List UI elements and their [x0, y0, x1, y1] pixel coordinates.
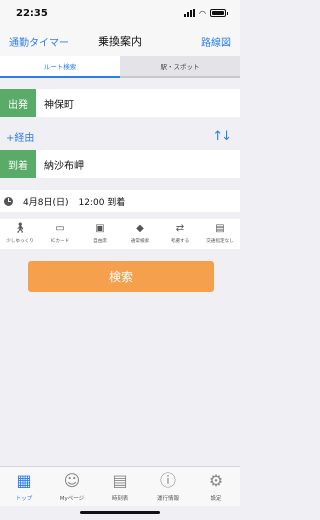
person-icon: ☺ [63, 470, 81, 490]
option-seat[interactable]: ▣ 自由席 [80, 219, 120, 249]
tab-timetable[interactable]: ▤ 時刻表 [96, 467, 144, 506]
search-button[interactable]: 検索 [28, 261, 214, 292]
home-indicator[interactable] [80, 511, 160, 514]
departure-badge: 出発 [0, 89, 36, 117]
time-value[interactable]: 12:00 到着 [78, 195, 125, 208]
status-bar: 22:35 ◠ [0, 0, 240, 26]
option-label: 考慮する [170, 239, 190, 244]
tab-top[interactable]: ▦ トップ [0, 467, 48, 506]
route-sign-icon: ◆ [136, 223, 144, 234]
gear-icon: ⚙ [208, 470, 224, 490]
arrival-badge: 到着 [0, 150, 36, 178]
swap-icon[interactable]: ↑↓ [212, 129, 232, 144]
option-label: 通常検索 [130, 239, 150, 244]
nav-bar: 通勤タイマー 乗換案内 路線図 [0, 26, 240, 56]
tab-label: 時刻表 [111, 495, 129, 502]
bottom-tab-bar: ▦ トップ ☺ Myページ ▤ 時刻表 ⓘ 運行情報 ⚙ 設定 [0, 466, 240, 506]
option-express[interactable]: ⇄ 考慮する [160, 219, 200, 249]
tab-service-info[interactable]: ⓘ 運行情報 [144, 467, 192, 506]
status-icons: ◠ [184, 8, 228, 18]
seat-icon: ▣ [95, 223, 105, 234]
option-transport[interactable]: ▤ 交通指定なし [200, 219, 240, 249]
commute-timer-link[interactable]: 通勤タイマー [9, 34, 69, 49]
timetable-icon: ▤ [112, 470, 128, 490]
wifi-icon: ◠ [199, 8, 206, 18]
info-icon: ⓘ [159, 470, 176, 490]
train-icon: ▦ [16, 470, 32, 490]
option-label: 交通指定なし [206, 239, 234, 244]
departure-station[interactable]: 神保町 [36, 96, 74, 111]
tab-bar-top: ルート検索 駅・スポット [0, 56, 240, 78]
arrival-row[interactable]: 到着 納沙布岬 [0, 150, 240, 178]
ic-card-icon: ▭ [55, 223, 65, 234]
add-via-button[interactable]: +経由 [6, 129, 34, 144]
bus-icon: ▤ [215, 223, 225, 234]
datetime-row[interactable]: 4月8日(日) 12:00 到着 [0, 190, 240, 212]
battery-icon [210, 9, 228, 17]
signal-icon [184, 9, 196, 17]
route-map-link[interactable]: 路線図 [201, 34, 231, 49]
option-walk-speed[interactable]: 🚶︎ 少しゆっくり [0, 219, 40, 249]
tab-label: 設定 [210, 495, 222, 502]
tab-settings[interactable]: ⚙ 設定 [192, 467, 240, 506]
tab-label: 運行情報 [156, 495, 179, 502]
clock-icon [4, 196, 13, 206]
tab-route-search[interactable]: ルート検索 [0, 56, 120, 78]
option-label: ICカード [50, 239, 70, 244]
option-label: 自由席 [93, 239, 107, 244]
tab-station-spot[interactable]: 駅・スポット [120, 56, 240, 78]
status-time: 22:35 [16, 7, 48, 19]
express-icon: ⇄ [175, 223, 185, 234]
walking-icon: 🚶︎ [13, 223, 27, 234]
tab-label: Myページ [59, 495, 85, 502]
arrival-station[interactable]: 納沙布岬 [36, 157, 84, 172]
option-search-mode[interactable]: ◆ 通常検索 [120, 219, 160, 249]
departure-row[interactable]: 出発 神保町 [0, 89, 240, 117]
date-value[interactable]: 4月8日(日) [23, 195, 68, 208]
tab-my-page[interactable]: ☺ Myページ [48, 467, 96, 506]
option-ic-card[interactable]: ▭ ICカード [40, 219, 80, 249]
tab-label: トップ [15, 495, 33, 502]
via-row: +経由 ↑↓ [0, 123, 240, 149]
search-options: 🚶︎ 少しゆっくり ▭ ICカード ▣ 自由席 ◆ 通常検索 ⇄ 考慮する ▤ … [0, 219, 240, 249]
option-label: 少しゆっくり [6, 239, 34, 244]
